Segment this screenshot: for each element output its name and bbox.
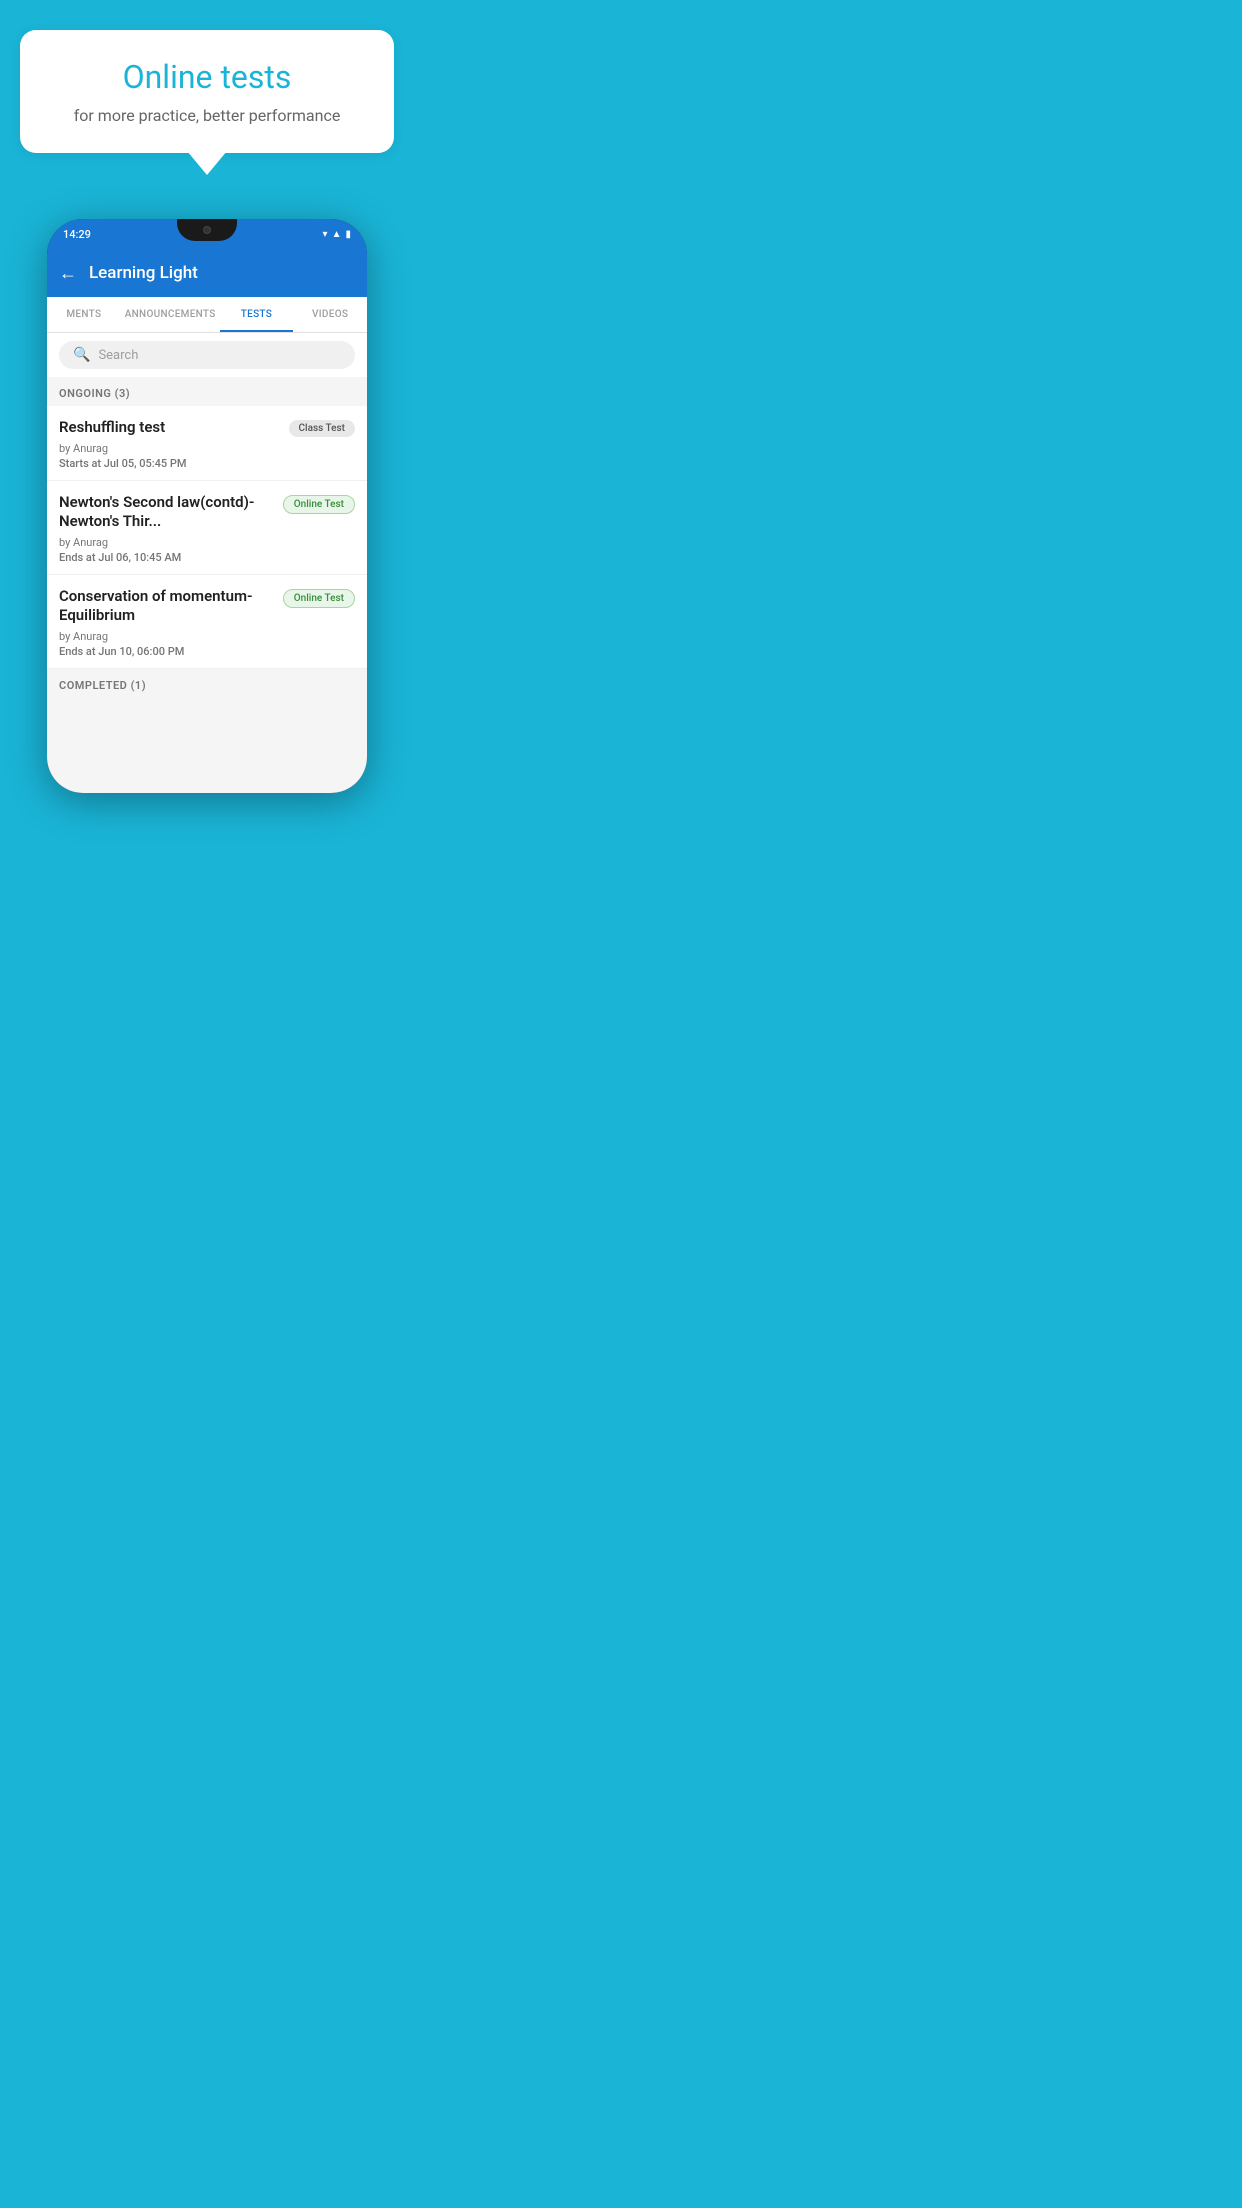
phone-wrapper: 14:29 ▾ ▲ ▮ ← Learning Light MENTS (20, 219, 394, 793)
search-placeholder: Search (98, 348, 138, 363)
completed-section-header: COMPLETED (1) (47, 669, 367, 698)
search-icon: 🔍 (73, 347, 90, 363)
phone-notch (177, 219, 237, 241)
test-badge-class-test: Class Test (289, 420, 355, 437)
test-item-conservation-by: by Anurag (59, 630, 355, 643)
app-bar-title: Learning Light (89, 263, 198, 283)
battery-icon: ▮ (345, 229, 351, 240)
back-button[interactable]: ← (59, 263, 77, 284)
test-badge-online-conservation: Online Test (283, 589, 355, 608)
test-item-newtons-title: Newton's Second law(contd)-Newton's Thir… (59, 493, 275, 532)
signal-icon: ▲ (332, 229, 342, 240)
test-item-reshuffling[interactable]: Reshuffling test Class Test by Anurag St… (47, 406, 367, 481)
front-camera (203, 226, 211, 234)
test-item-newtons[interactable]: Newton's Second law(contd)-Newton's Thir… (47, 481, 367, 575)
test-badge-online-newtons: Online Test (283, 495, 355, 514)
test-item-conservation[interactable]: Conservation of momentum-Equilibrium Onl… (47, 575, 367, 669)
phone-mockup: 14:29 ▾ ▲ ▮ ← Learning Light MENTS (47, 219, 367, 793)
test-item-reshuffling-header: Reshuffling test Class Test (59, 418, 355, 438)
tab-announcements[interactable]: ANNOUNCEMENTS (121, 297, 220, 332)
status-icons: ▾ ▲ ▮ (323, 229, 351, 240)
test-item-newtons-by: by Anurag (59, 536, 355, 549)
tab-tests[interactable]: TESTS (220, 297, 294, 332)
tab-ments[interactable]: MENTS (47, 297, 121, 332)
speech-bubble-subtitle: for more practice, better performance (52, 106, 362, 125)
search-bar[interactable]: 🔍 Search (59, 341, 355, 369)
test-item-conservation-time: Ends at Jun 10, 06:00 PM (59, 645, 355, 658)
test-item-reshuffling-title: Reshuffling test (59, 418, 281, 438)
test-item-newtons-header: Newton's Second law(contd)-Newton's Thir… (59, 493, 355, 532)
speech-bubble-title: Online tests (52, 58, 362, 96)
wifi-icon: ▾ (323, 229, 328, 240)
ongoing-section-header: ONGOING (3) (47, 377, 367, 406)
search-container: 🔍 Search (47, 333, 367, 377)
test-item-reshuffling-time: Starts at Jul 05, 05:45 PM (59, 457, 355, 470)
outer-container: Online tests for more practice, better p… (0, 0, 414, 793)
tab-videos[interactable]: VIDEOS (293, 297, 367, 332)
test-item-conservation-title: Conservation of momentum-Equilibrium (59, 587, 275, 626)
status-bar: 14:29 ▾ ▲ ▮ (47, 219, 367, 249)
tabs-bar: MENTS ANNOUNCEMENTS TESTS VIDEOS (47, 297, 367, 333)
status-time: 14:29 (63, 228, 91, 241)
test-item-conservation-header: Conservation of momentum-Equilibrium Onl… (59, 587, 355, 626)
speech-bubble: Online tests for more practice, better p… (20, 30, 394, 153)
phone-content: 🔍 Search ONGOING (3) Reshuffling test Cl… (47, 333, 367, 793)
app-bar: ← Learning Light (47, 249, 367, 297)
test-item-newtons-time: Ends at Jul 06, 10:45 AM (59, 551, 355, 564)
test-item-reshuffling-by: by Anurag (59, 442, 355, 455)
